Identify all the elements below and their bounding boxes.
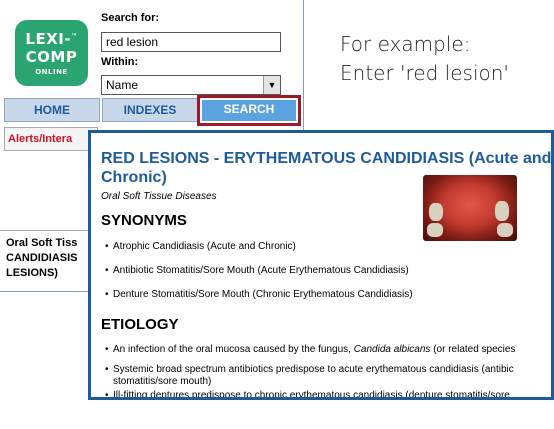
search-result-snippet[interactable]: Oral Soft Tiss CANDIDIASIS LESIONS) — [6, 236, 78, 281]
monograph-subtitle: Oral Soft Tissue Diseases — [101, 191, 217, 202]
within-label: Within: — [101, 56, 139, 68]
instruction-caption: For example: Enter 'red lesion' — [340, 32, 509, 85]
within-select[interactable]: Name ▼ — [101, 75, 281, 95]
etiology-item: An infection of the oral mucosa caused b… — [105, 344, 551, 356]
divider — [0, 230, 90, 231]
search-for-label: Search for: — [101, 12, 160, 24]
search-input[interactable]: red lesion — [101, 32, 281, 52]
etiology-item: Systemic broad spectrum antibiotics pred… — [105, 364, 543, 388]
etiology-item: Ill-fitting dentures predispose to chron… — [105, 390, 543, 397]
lexicomp-logo[interactable]: LEXI-™ COMP ONLINE — [15, 20, 88, 86]
synonym-item: Antibiotic Stomatitis/Sore Mouth (Acute … — [105, 265, 551, 277]
chevron-down-icon[interactable]: ▼ — [263, 76, 280, 94]
indexes-button[interactable]: INDEXES — [102, 98, 198, 122]
within-selected-value: Name — [106, 78, 139, 92]
synonyms-heading: SYNONYMS — [101, 212, 187, 229]
search-button-highlight: SEARCH — [197, 95, 301, 126]
tab-alerts-interactions[interactable]: Alerts/Intera — [4, 127, 98, 151]
monograph-document-panel: RED LESIONS - ERYTHEMATOUS CANDIDIASIS (… — [88, 130, 554, 400]
synonym-item: Atrophic Candidiasis (Acute and Chronic) — [105, 241, 551, 253]
etiology-heading: ETIOLOGY — [101, 316, 179, 333]
home-button[interactable]: HOME — [4, 98, 100, 122]
search-button[interactable]: SEARCH — [202, 100, 296, 121]
oral-lesion-photo — [423, 175, 517, 241]
synonym-item: Denture Stomatitis/Sore Mouth (Chronic E… — [105, 289, 551, 301]
